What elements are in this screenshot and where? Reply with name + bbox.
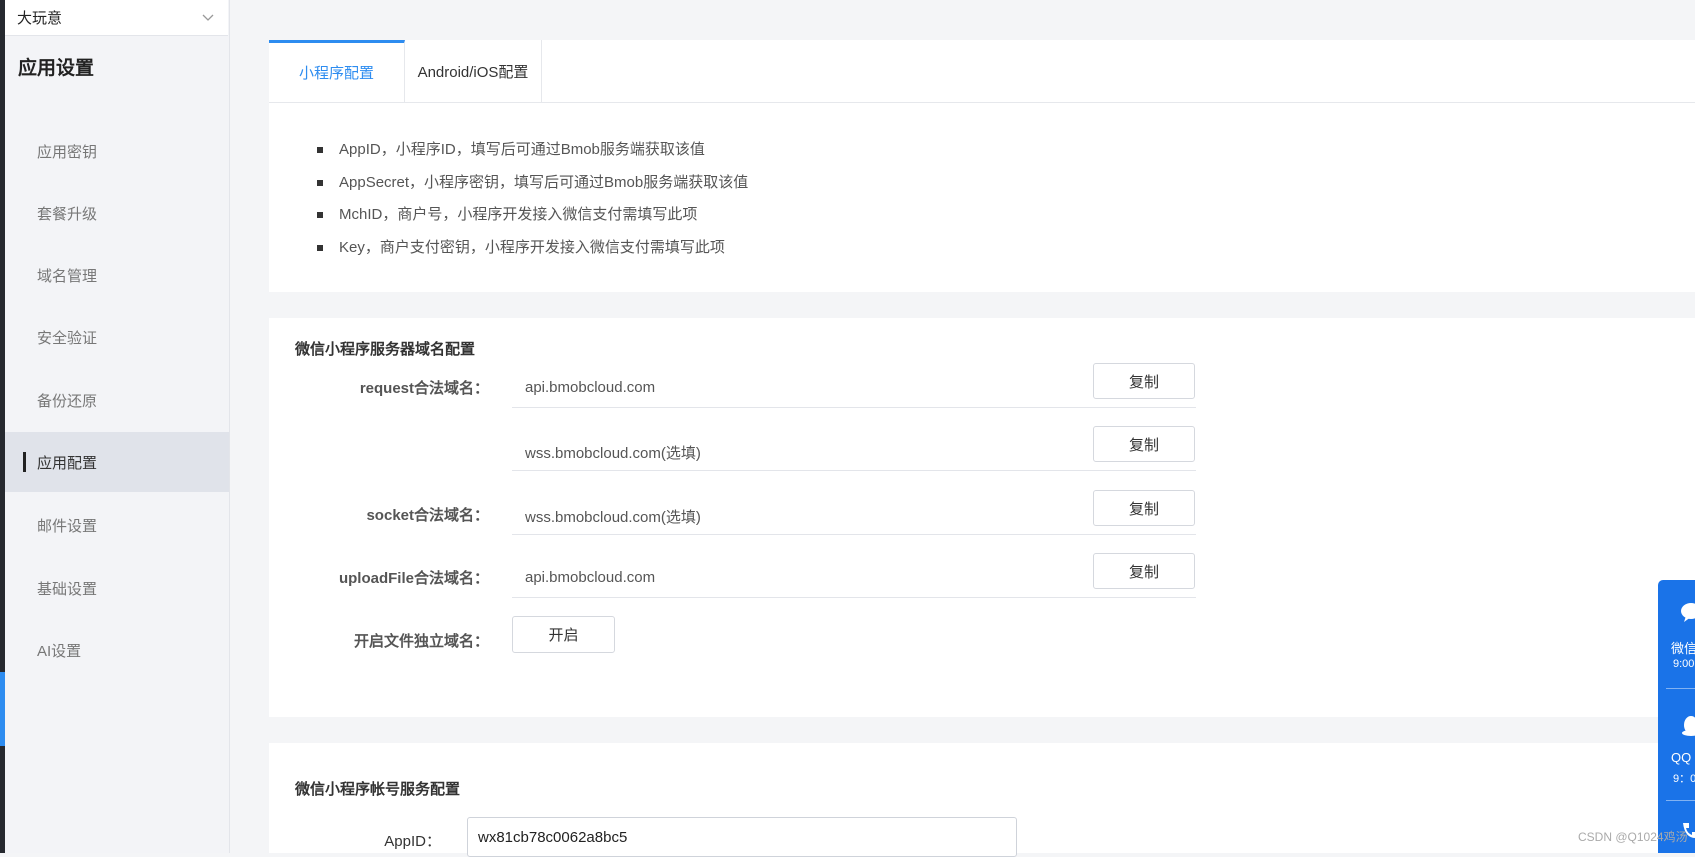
tip-item: AppID，小程序ID，填写后可通过Bmob服务端获取该值: [317, 134, 748, 167]
float-divider: [1666, 688, 1695, 689]
appid-input[interactable]: [467, 817, 1017, 857]
sidebar-title: 应用设置: [18, 58, 95, 79]
section-gap: [269, 717, 1695, 743]
row-divider: [512, 534, 1196, 535]
tab-miniprogram-config[interactable]: 小程序配置: [269, 40, 405, 102]
sidebar-item-domain-management[interactable]: 域名管理: [5, 245, 229, 305]
tips-list: AppID，小程序ID，填写后可通过Bmob服务端获取该值 AppSecret，…: [317, 134, 748, 264]
tip-item: AppSecret，小程序密钥，填写后可通过Bmob服务端获取该值: [317, 167, 748, 200]
domain-config-section: 微信小程序服务器域名配置 request合法域名： api.bmobcloud.…: [269, 318, 1695, 717]
sidebar-item-label: 安全验证: [37, 329, 98, 347]
sidebar-item-label: 套餐升级: [37, 205, 98, 223]
tips-panel: AppID，小程序ID，填写后可通过Bmob服务端获取该值 AppSecret，…: [269, 103, 1695, 292]
sidebar-item-label: 邮件设置: [37, 517, 98, 535]
contact-float-widget[interactable]: 微信 9:00 QQ 9：00: [1658, 580, 1695, 853]
sidebar-item-mail-settings[interactable]: 邮件设置: [5, 495, 229, 555]
socket-domain-value: wss.bmobcloud.com(选填): [525, 509, 701, 526]
config-tabs: 小程序配置 Android/iOS配置: [269, 40, 1695, 103]
watermark: CSDN @Q1024鸡汤: [1578, 830, 1688, 844]
row-divider: [512, 407, 1196, 408]
uploadfile-domain-label: uploadFile合法域名：: [338, 570, 489, 587]
tip-item: Key，商户支付密钥，小程序开发接入微信支付需填写此项: [317, 232, 748, 265]
row-divider: [512, 597, 1196, 598]
enable-standalone-domain-button[interactable]: 开启: [512, 616, 615, 653]
sidebar-item-app-config[interactable]: 应用配置: [5, 432, 229, 492]
qq-penguin-icon: [1682, 716, 1695, 736]
sidebar-item-app-key[interactable]: 应用密钥: [5, 121, 229, 181]
app-selector[interactable]: 大玩意: [5, 0, 228, 36]
copy-button[interactable]: 复制: [1093, 553, 1195, 589]
sidebar-item-security[interactable]: 安全验证: [5, 307, 229, 367]
standalone-domain-label: 开启文件独立域名：: [353, 633, 489, 650]
float-divider: [1666, 800, 1695, 801]
sidebar-item-backup-restore[interactable]: 备份还原: [5, 370, 229, 430]
request-domain-value-2: wss.bmobcloud.com(选填): [525, 445, 701, 462]
sidebar-item-ai-settings[interactable]: AI设置: [5, 620, 229, 680]
section-gap: [269, 292, 1695, 318]
sidebar-item-plan-upgrade[interactable]: 套餐升级: [5, 183, 229, 243]
tip-item: MchID，商户号，小程序开发接入微信支付需填写此项: [317, 199, 748, 232]
sidebar-item-label: 应用密钥: [37, 143, 98, 161]
request-domain-value: api.bmobcloud.com: [525, 379, 656, 396]
active-indicator: [23, 452, 26, 472]
row-divider: [512, 470, 1196, 471]
sidebar: 大玩意 应用设置 应用密钥 套餐升级 域名管理 安全验证 备份还原 应用配置 邮…: [5, 0, 230, 853]
account-config-section: 微信小程序帐号服务配置 AppID：: [269, 743, 1695, 857]
sidebar-item-basic-settings[interactable]: 基础设置: [5, 558, 229, 618]
app-selector-value: 大玩意: [17, 10, 63, 27]
qq-label: QQ: [1671, 750, 1692, 765]
sidebar-item-label: 基础设置: [37, 580, 98, 598]
copy-button[interactable]: 复制: [1093, 426, 1195, 462]
sidebar-item-label: 域名管理: [37, 267, 98, 285]
request-domain-label: request合法域名：: [359, 380, 489, 397]
appid-label: AppID：: [384, 833, 441, 850]
sidebar-item-label: 备份还原: [37, 392, 98, 410]
chevron-down-icon: [202, 14, 214, 21]
section-title: 微信小程序服务器域名配置: [295, 341, 476, 358]
wechat-time: 9:00: [1673, 658, 1695, 670]
copy-button[interactable]: 复制: [1093, 490, 1195, 526]
tab-android-ios-config[interactable]: Android/iOS配置: [405, 40, 542, 102]
chat-bubble-icon: [1681, 603, 1695, 622]
socket-domain-label: socket合法域名：: [366, 507, 489, 524]
copy-button[interactable]: 复制: [1093, 363, 1195, 399]
uploadfile-domain-value: api.bmobcloud.com: [525, 569, 656, 586]
qq-time: 9：00: [1673, 773, 1695, 785]
section-title: 微信小程序帐号服务配置: [295, 781, 461, 798]
sidebar-item-label: AI设置: [37, 642, 82, 660]
wechat-label: 微信: [1671, 641, 1695, 656]
sidebar-item-label: 应用配置: [37, 454, 98, 472]
